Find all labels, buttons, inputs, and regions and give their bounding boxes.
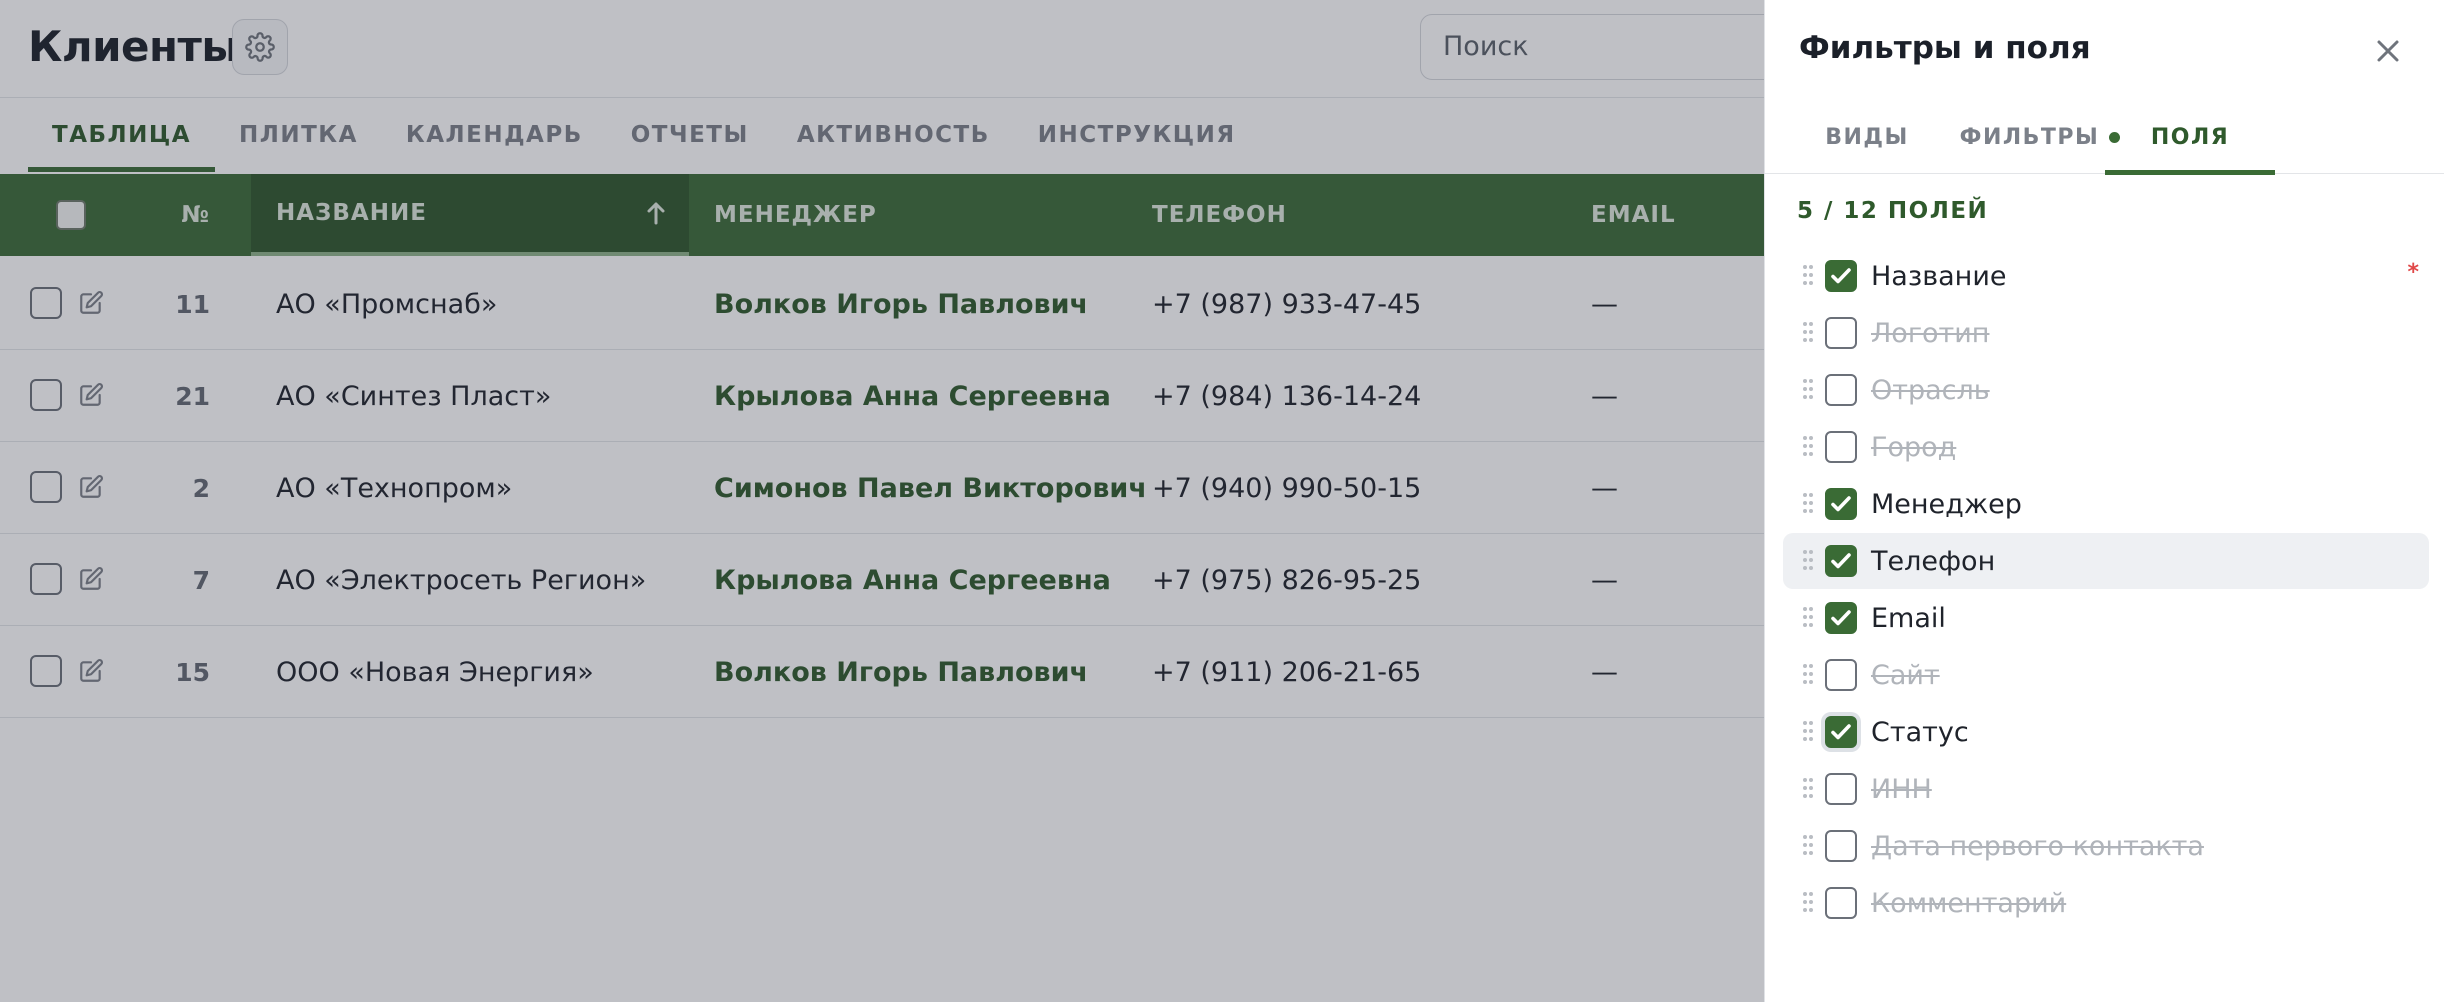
- panel-title: Фильтры и поля: [1799, 30, 2091, 66]
- field-label: Email: [1871, 602, 1946, 634]
- fields-count: 5 / 12 ПОЛЕЙ: [1797, 198, 1989, 224]
- field-item[interactable]: Email: [1783, 590, 2429, 646]
- field-label: Дата первого контакта: [1871, 830, 2204, 862]
- field-label: Название: [1871, 260, 2007, 292]
- drag-handle-icon[interactable]: [1801, 661, 1815, 687]
- drag-handle-icon[interactable]: [1801, 319, 1815, 345]
- drag-handle-icon[interactable]: [1801, 262, 1815, 288]
- field-label: Отрасль: [1871, 374, 1990, 406]
- field-checkbox[interactable]: [1825, 716, 1857, 748]
- field-item[interactable]: Отрасль: [1783, 362, 2429, 418]
- field-label: Статус: [1871, 716, 1969, 748]
- field-checkbox[interactable]: [1825, 545, 1857, 577]
- field-item[interactable]: Комментарий: [1783, 875, 2429, 931]
- tab-fields[interactable]: ПОЛЯ: [2105, 100, 2275, 175]
- field-checkbox[interactable]: [1825, 602, 1857, 634]
- checkmark-icon: [1831, 553, 1851, 569]
- field-item[interactable]: Логотип: [1783, 305, 2429, 361]
- close-icon: [2377, 40, 2399, 62]
- field-label: Логотип: [1871, 317, 1990, 349]
- field-checkbox[interactable]: [1825, 830, 1857, 862]
- panel-tabs: ВИДЫ ФИЛЬТРЫ ПОЛЯ: [1765, 100, 2444, 175]
- field-item[interactable]: Город: [1783, 419, 2429, 475]
- field-label: Город: [1871, 431, 1957, 463]
- field-label: ИНН: [1871, 773, 1932, 805]
- field-item[interactable]: ИНН: [1783, 761, 2429, 817]
- field-checkbox[interactable]: [1825, 887, 1857, 919]
- field-checkbox[interactable]: [1825, 374, 1857, 406]
- drag-handle-icon[interactable]: [1801, 547, 1815, 573]
- drag-handle-icon[interactable]: [1801, 604, 1815, 630]
- drag-handle-icon[interactable]: [1801, 832, 1815, 858]
- field-label: Сайт: [1871, 659, 1940, 691]
- field-label: Менеджер: [1871, 488, 2022, 520]
- drag-handle-icon[interactable]: [1801, 889, 1815, 915]
- tab-filters-label: ФИЛЬТРЫ: [1959, 124, 2100, 150]
- field-label: Телефон: [1871, 545, 1996, 577]
- tab-views[interactable]: ВИДЫ: [1809, 100, 1925, 174]
- field-checkbox[interactable]: [1825, 260, 1857, 292]
- field-checkbox[interactable]: [1825, 488, 1857, 520]
- field-item[interactable]: Телефон: [1783, 533, 2429, 589]
- drag-handle-icon[interactable]: [1801, 490, 1815, 516]
- field-item[interactable]: Дата первого контакта: [1783, 818, 2429, 874]
- field-checkbox[interactable]: [1825, 317, 1857, 349]
- drag-handle-icon[interactable]: [1801, 433, 1815, 459]
- field-item[interactable]: Статус: [1783, 704, 2429, 760]
- close-panel-button[interactable]: [2371, 34, 2405, 68]
- checkmark-icon: [1831, 724, 1851, 740]
- field-item[interactable]: Менеджер: [1783, 476, 2429, 532]
- field-item[interactable]: Сайт: [1783, 647, 2429, 703]
- drag-handle-icon[interactable]: [1801, 376, 1815, 402]
- checkmark-icon: [1831, 268, 1851, 284]
- field-checkbox[interactable]: [1825, 431, 1857, 463]
- field-checkbox[interactable]: [1825, 659, 1857, 691]
- filters-fields-panel: Фильтры и поля ВИДЫ ФИЛЬТРЫ ПОЛЯ 5 / 12 …: [1764, 0, 2444, 1002]
- drag-handle-icon[interactable]: [1801, 775, 1815, 801]
- required-marker: *: [2407, 260, 2419, 285]
- checkmark-icon: [1831, 610, 1851, 626]
- drag-handle-icon[interactable]: [1801, 718, 1815, 744]
- checkmark-icon: [1831, 496, 1851, 512]
- field-label: Комментарий: [1871, 887, 2067, 919]
- field-item[interactable]: Название *: [1783, 248, 2429, 304]
- field-checkbox[interactable]: [1825, 773, 1857, 805]
